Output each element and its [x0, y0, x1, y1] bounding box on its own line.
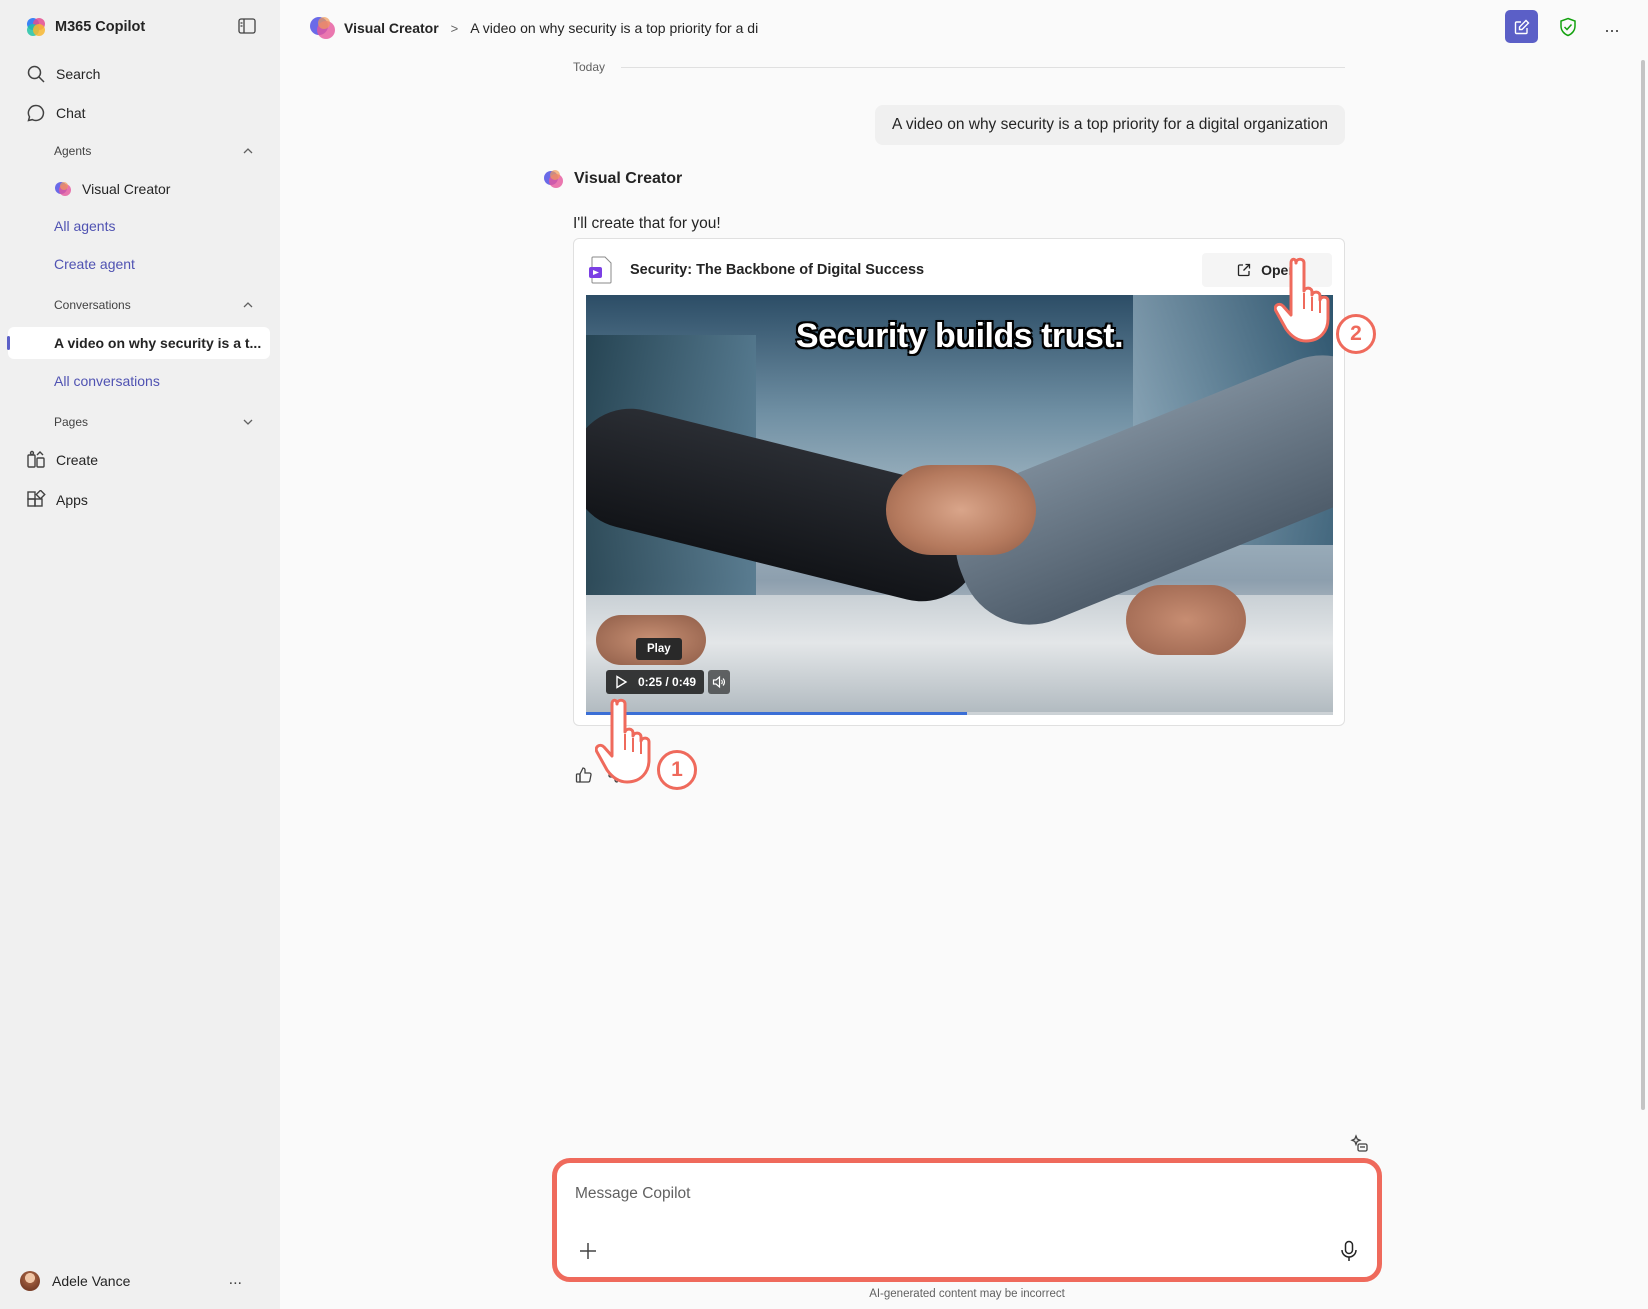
time-display: 0:25 / 0:49 [638, 675, 697, 689]
chevron-up-icon [243, 148, 253, 154]
all-conversations-link[interactable]: All conversations [54, 373, 160, 389]
video-hand [1126, 585, 1246, 655]
play-tooltip: Play [636, 638, 682, 660]
app-title: M365 Copilot [55, 19, 146, 35]
clipchamp-file-icon [589, 256, 612, 284]
scrollbar[interactable] [1641, 60, 1645, 1110]
video-caption: Security builds trust. [795, 317, 1124, 355]
play-control[interactable]: 0:25 / 0:49 [606, 670, 705, 694]
chat-icon [27, 104, 45, 122]
sidebar-item-active-conversation[interactable]: A video on why security is a t... [7, 327, 270, 359]
user-name: Adele Vance [52, 1273, 131, 1289]
video-progress-bar[interactable] [586, 712, 1333, 715]
volume-icon [712, 675, 726, 689]
sidebar-item-apps[interactable]: Apps [26, 490, 88, 510]
sidebar-item-label: Search [56, 66, 101, 82]
new-chat-button[interactable] [1505, 10, 1538, 43]
breadcrumb-separator: > [450, 20, 459, 36]
date-divider-label: Today [573, 60, 606, 74]
section-label: Agents [54, 144, 92, 158]
prompt-suggestions-icon[interactable] [1349, 1134, 1369, 1154]
copilot-logo-icon [27, 18, 45, 36]
compose-icon [1514, 19, 1529, 34]
top-actions: ... [1505, 10, 1626, 43]
visual-creator-icon [544, 170, 563, 188]
sidebar: M365 Copilot Search Chat Agents Visual C… [0, 0, 280, 1309]
message-input[interactable] [575, 1185, 1335, 1203]
sidebar-item-search[interactable]: Search [26, 64, 100, 84]
sidebar-header: M365 Copilot [26, 16, 256, 38]
video-title: Security: The Backbone of Digital Succes… [630, 262, 925, 278]
pages-section-header[interactable]: Pages [54, 415, 254, 429]
breadcrumb-agent[interactable]: Visual Creator [344, 20, 439, 36]
sidebar-item-chat[interactable]: Chat [26, 103, 86, 123]
search-icon [27, 65, 45, 83]
chevron-down-icon [243, 419, 253, 425]
date-divider: Today [573, 60, 1345, 74]
section-label: Pages [54, 415, 89, 429]
conversation-label: A video on why security is a t... [54, 335, 262, 351]
ai-disclaimer: AI-generated content may be incorrect [869, 1288, 1065, 1300]
step-badge-1: 1 [657, 750, 697, 790]
volume-button[interactable] [708, 670, 731, 694]
apps-icon [27, 490, 46, 507]
agents-section-header[interactable]: Agents [54, 144, 254, 158]
avatar [20, 1271, 40, 1291]
more-options-button[interactable]: ... [1598, 13, 1626, 41]
chevron-up-icon [243, 302, 253, 308]
section-label: Conversations [54, 298, 131, 312]
add-icon[interactable] [577, 1240, 599, 1262]
shield-button[interactable] [1554, 13, 1582, 41]
user-message: A video on why security is a top priorit… [875, 105, 1345, 145]
message-composer [552, 1158, 1382, 1282]
video-card-header: Security: The Backbone of Digital Succes… [588, 253, 1332, 287]
user-profile[interactable]: Adele Vance ... [20, 1271, 250, 1291]
sidebar-item-create[interactable]: Create [26, 450, 98, 470]
step-badge-2: 2 [1336, 314, 1376, 354]
bot-header: Visual Creator [542, 168, 682, 190]
video-handshake [886, 465, 1036, 555]
sidebar-item-label: Visual Creator [82, 181, 171, 197]
more-options-icon[interactable]: ... [229, 1271, 242, 1289]
microphone-icon[interactable] [1339, 1240, 1359, 1262]
breadcrumb: Visual Creator > A video on why security… [308, 14, 758, 42]
conversation-title: A video on why security is a top priorit… [470, 20, 759, 36]
sidebar-item-label: Apps [56, 492, 88, 508]
sidebar-item-label: Chat [56, 105, 86, 121]
create-icon [27, 450, 45, 468]
thumbs-up-icon[interactable] [575, 766, 593, 784]
sidebar-item-visual-creator[interactable]: Visual Creator [54, 180, 170, 198]
open-external-icon [1237, 263, 1251, 277]
create-agent-link[interactable]: Create agent [54, 256, 135, 272]
visual-creator-logo-icon [310, 17, 335, 39]
bot-reply: I'll create that for you! [573, 215, 721, 232]
video-card: Security: The Backbone of Digital Succes… [573, 238, 1345, 726]
sidebar-toggle-icon[interactable] [238, 18, 256, 34]
video-player[interactable]: Security builds trust. Play 0:25 / 0:49 [586, 295, 1333, 715]
shield-check-icon [1560, 17, 1576, 36]
visual-creator-icon [55, 182, 71, 196]
sidebar-item-label: Create [56, 452, 99, 468]
conversations-section-header[interactable]: Conversations [54, 298, 254, 312]
bot-name: Visual Creator [574, 170, 683, 187]
all-agents-link[interactable]: All agents [54, 218, 115, 234]
play-icon [616, 675, 628, 689]
video-controls: 0:25 / 0:49 [606, 670, 731, 694]
